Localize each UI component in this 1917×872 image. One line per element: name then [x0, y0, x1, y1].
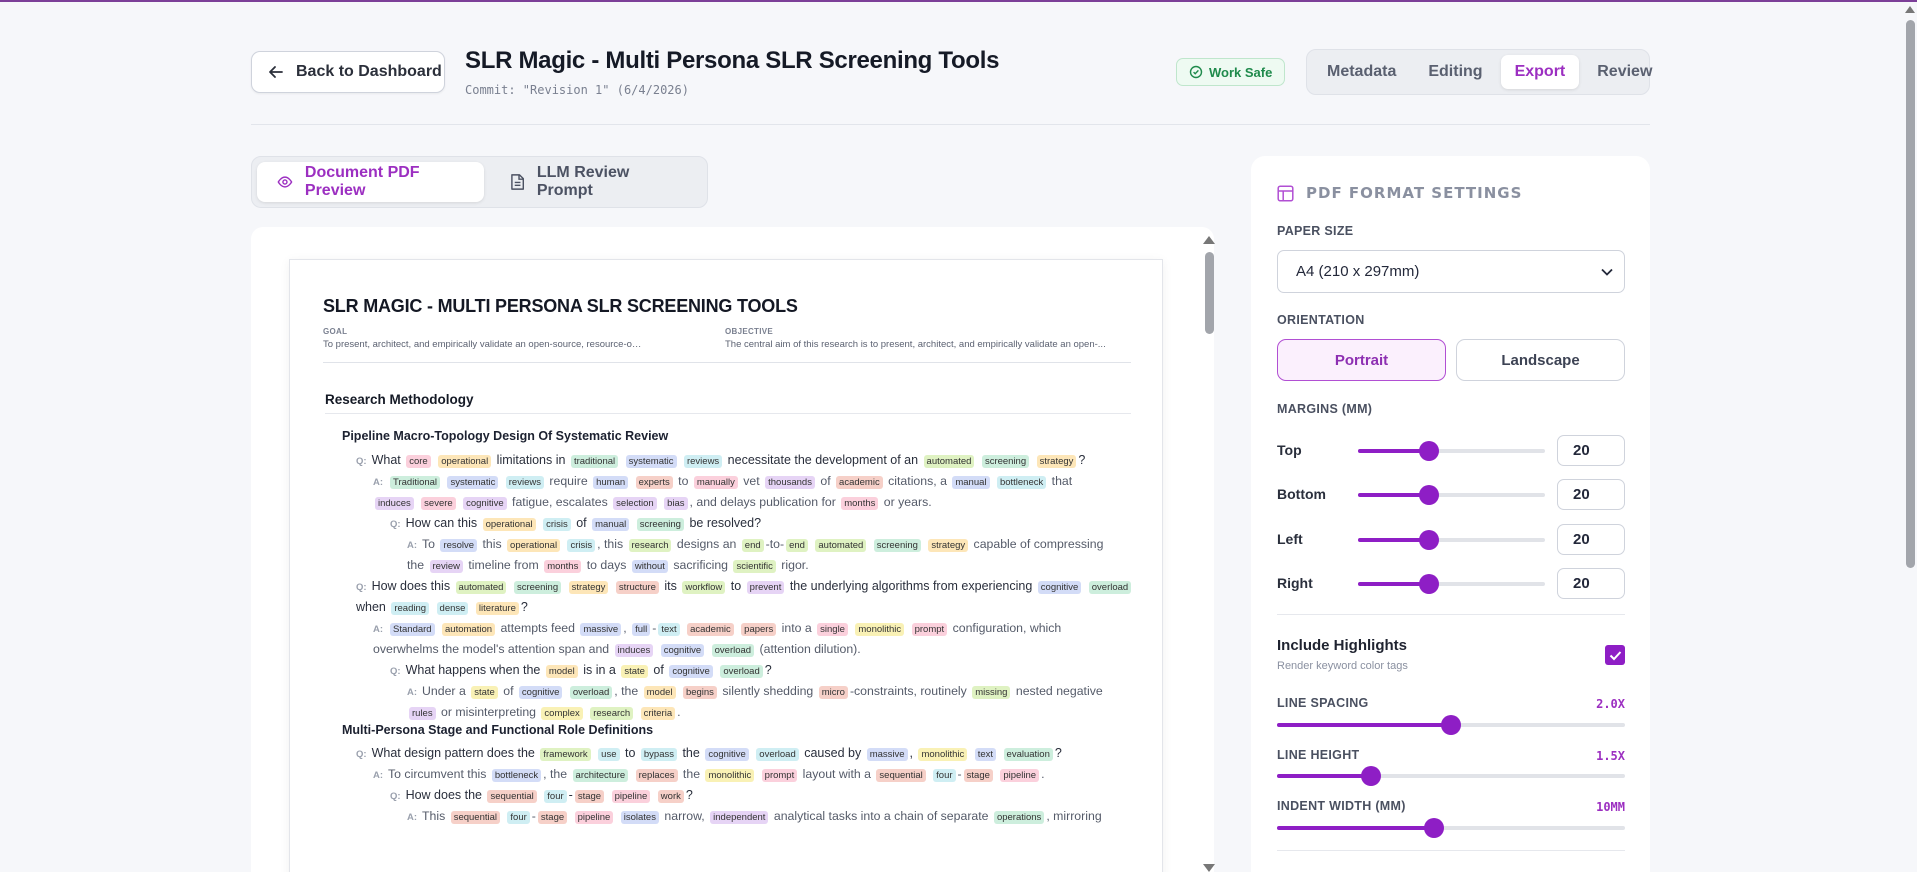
- answer: A: This sequential four - stage pipeline is…: [407, 809, 1102, 824]
- section-heading: Research Methodology: [325, 392, 474, 407]
- margins-label: MARGINS (MM): [1277, 402, 1373, 416]
- indent-width-slider[interactable]: [1277, 818, 1625, 838]
- question: Q: How does this automated screening stra…: [356, 577, 1136, 618]
- header-divider: [251, 124, 1650, 125]
- include-highlights-hint: Render keyword color tags: [1277, 660, 1408, 672]
- page-title: SLR Magic - Multi Persona SLR Screening …: [465, 47, 1000, 74]
- margin-right-label: Right: [1277, 575, 1313, 591]
- line-height-slider[interactable]: [1277, 766, 1625, 786]
- answer: A: Standard automation attempts feed mass…: [373, 621, 1062, 657]
- margin-right-slider[interactable]: [1358, 574, 1545, 594]
- commit-text: Commit: "Revision 1" (6/4/2026): [465, 83, 689, 97]
- divider: [1277, 614, 1625, 615]
- tab-document-pdf-preview[interactable]: Document PDF Preview: [257, 162, 484, 202]
- paper-size-select[interactable]: A4 (210 x 297mm): [1277, 250, 1625, 293]
- tab-review[interactable]: Review: [1583, 55, 1666, 89]
- scroll-up-arrow-icon[interactable]: [1203, 236, 1215, 244]
- goal-label: GOAL: [323, 327, 348, 336]
- chevron-down-icon: [1601, 268, 1613, 276]
- margin-left-slider[interactable]: [1358, 530, 1545, 550]
- back-to-dashboard-button[interactable]: Back to Dashboard: [251, 51, 445, 93]
- settings-title: PDF FORMAT SETTINGS: [1277, 184, 1522, 202]
- question: Q: What design pattern does the framework…: [356, 746, 1062, 761]
- margin-left-input[interactable]: 20: [1557, 524, 1625, 555]
- arrow-left-icon: [269, 66, 283, 78]
- pdf-settings-panel: PDF FORMAT SETTINGS PAPER SIZE A4 (210 x…: [1251, 156, 1650, 872]
- goal-text: To present, architect, and empirically v…: [323, 339, 643, 350]
- layout-icon: [1277, 184, 1294, 202]
- preview-scrollbar[interactable]: [1205, 252, 1214, 334]
- pdf-page: SLR MAGIC - MULTI PERSONA SLR SCREENING …: [289, 259, 1163, 872]
- tab-llm-review-prompt[interactable]: LLM Review Prompt: [490, 162, 702, 202]
- check-icon: [1609, 650, 1621, 660]
- pdf-preview-panel[interactable]: SLR MAGIC - MULTI PERSONA SLR SCREENING …: [251, 227, 1214, 872]
- page-scrollbar[interactable]: [1906, 20, 1915, 568]
- subsection-heading: Multi-Persona Stage and Functional Role …: [342, 723, 654, 737]
- file-text-icon: [510, 174, 524, 190]
- paper-size-label: PAPER SIZE: [1277, 224, 1354, 238]
- page-scroll-up-icon[interactable]: [1905, 6, 1915, 13]
- question: Q: What core operational limitations in t…: [356, 453, 1086, 468]
- indent-width-label: INDENT WIDTH (MM): [1277, 799, 1406, 813]
- subsection-heading: Pipeline Macro-Topology Design Of System…: [342, 429, 669, 443]
- objective-label: OBJECTIVE: [725, 327, 774, 336]
- status-badge: Work Safe: [1176, 58, 1286, 86]
- back-label: Back to Dashboard: [296, 63, 442, 80]
- include-highlights-label: Include Highlights: [1277, 637, 1407, 654]
- document-title: SLR MAGIC - MULTI PERSONA SLR SCREENING …: [323, 296, 798, 316]
- margin-bottom-slider[interactable]: [1358, 485, 1545, 505]
- answer: A: To circumvent this bottleneck, the arc…: [373, 767, 1045, 782]
- view-tabs: Document PDF Preview LLM Review Prompt: [251, 156, 708, 208]
- question: Q: What happens when the model is in a st…: [390, 663, 772, 678]
- check-circle-icon: [1189, 65, 1203, 79]
- eye-icon: [277, 176, 293, 188]
- landscape-button[interactable]: Landscape: [1456, 339, 1625, 381]
- margin-left-label: Left: [1277, 531, 1303, 547]
- margin-top-label: Top: [1277, 442, 1302, 458]
- mode-tabs: Metadata Editing Export Review: [1306, 49, 1652, 95]
- tab-editing[interactable]: Editing: [1414, 55, 1496, 89]
- answer: A: Under a state of cognitive overload, t…: [407, 684, 1103, 720]
- orientation-label: ORIENTATION: [1277, 313, 1365, 327]
- scroll-down-arrow-icon[interactable]: [1203, 864, 1215, 872]
- line-spacing-value: 2.0X: [1596, 697, 1625, 711]
- question: Q: How does the sequential four - stage pip…: [390, 788, 693, 803]
- include-highlights-checkbox[interactable]: [1605, 645, 1625, 665]
- tab-export[interactable]: Export: [1500, 55, 1580, 89]
- answer: A: To resolve this operational crisis, th…: [407, 537, 1104, 573]
- section-divider: [325, 413, 1131, 414]
- question: Q: How can this operational crisis of man…: [390, 516, 762, 531]
- objective-text: The central aim of this research is to p…: [725, 339, 1106, 350]
- tab-metadata[interactable]: Metadata: [1313, 55, 1410, 89]
- portrait-button[interactable]: Portrait: [1277, 339, 1446, 381]
- line-height-label: LINE HEIGHT: [1277, 748, 1360, 762]
- divider: [1277, 850, 1625, 851]
- margin-bottom-label: Bottom: [1277, 486, 1326, 502]
- margin-top-slider[interactable]: [1358, 441, 1545, 461]
- margin-top-input[interactable]: 20: [1557, 435, 1625, 466]
- line-height-value: 1.5X: [1596, 749, 1625, 763]
- line-spacing-label: LINE SPACING: [1277, 696, 1369, 710]
- answer: A: Traditional systematic reviews require…: [373, 474, 1073, 510]
- margin-right-input[interactable]: 20: [1557, 568, 1625, 599]
- margin-bottom-input[interactable]: 20: [1557, 479, 1625, 510]
- meta-divider: [323, 362, 1131, 363]
- indent-width-value: 10MM: [1596, 800, 1625, 814]
- line-spacing-slider[interactable]: [1277, 715, 1625, 735]
